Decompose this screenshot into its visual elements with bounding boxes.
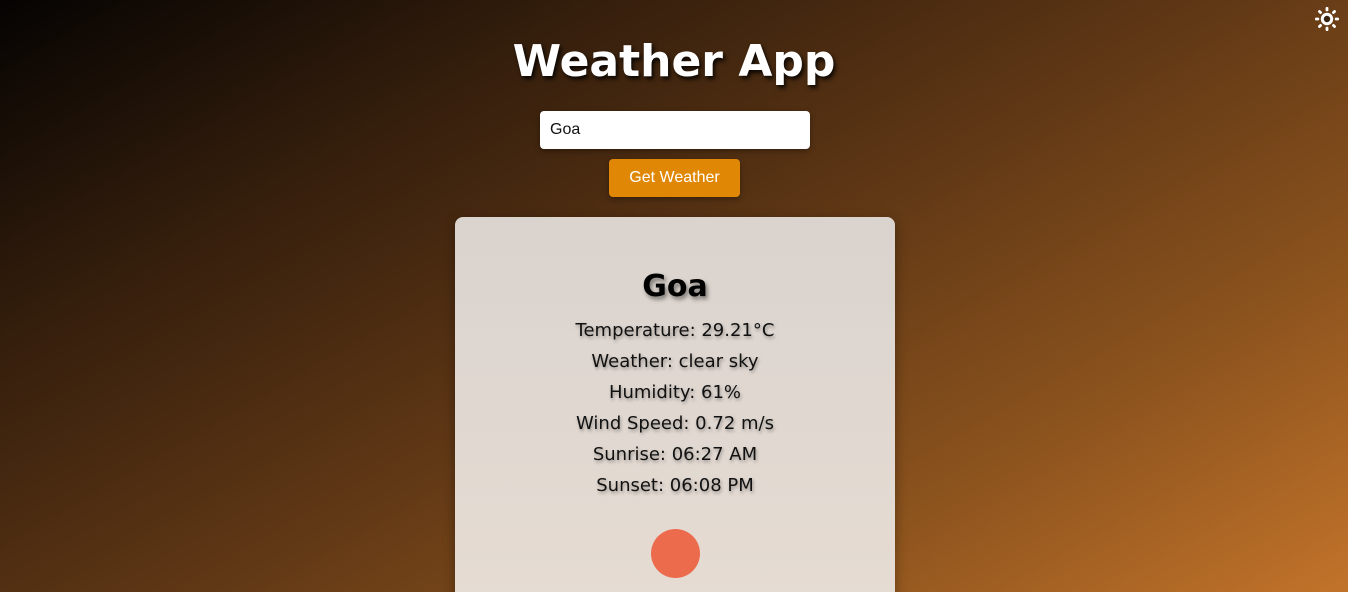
city-search-input[interactable] — [540, 111, 810, 149]
sunrise-text: Sunrise: 06:27 AM — [592, 444, 758, 465]
humidity-text: Humidity: 61% — [608, 382, 742, 403]
theme-toggle-button[interactable] — [1314, 6, 1340, 32]
city-name: Goa — [642, 269, 708, 304]
sun-icon — [1315, 7, 1339, 31]
page-title: Weather App — [512, 36, 836, 87]
weather-condition-text: Weather: clear sky — [591, 351, 759, 372]
sunset-text: Sunset: 06:08 PM — [596, 475, 754, 496]
wind-speed-text: Wind Speed: 0.72 m/s — [576, 413, 774, 434]
sun-circle-icon — [651, 529, 700, 578]
temperature-text: Temperature: 29.21°C — [575, 320, 775, 341]
weather-card: Goa Temperature: 29.21°C Weather: clear … — [455, 217, 895, 592]
get-weather-button[interactable]: Get Weather — [609, 159, 740, 197]
